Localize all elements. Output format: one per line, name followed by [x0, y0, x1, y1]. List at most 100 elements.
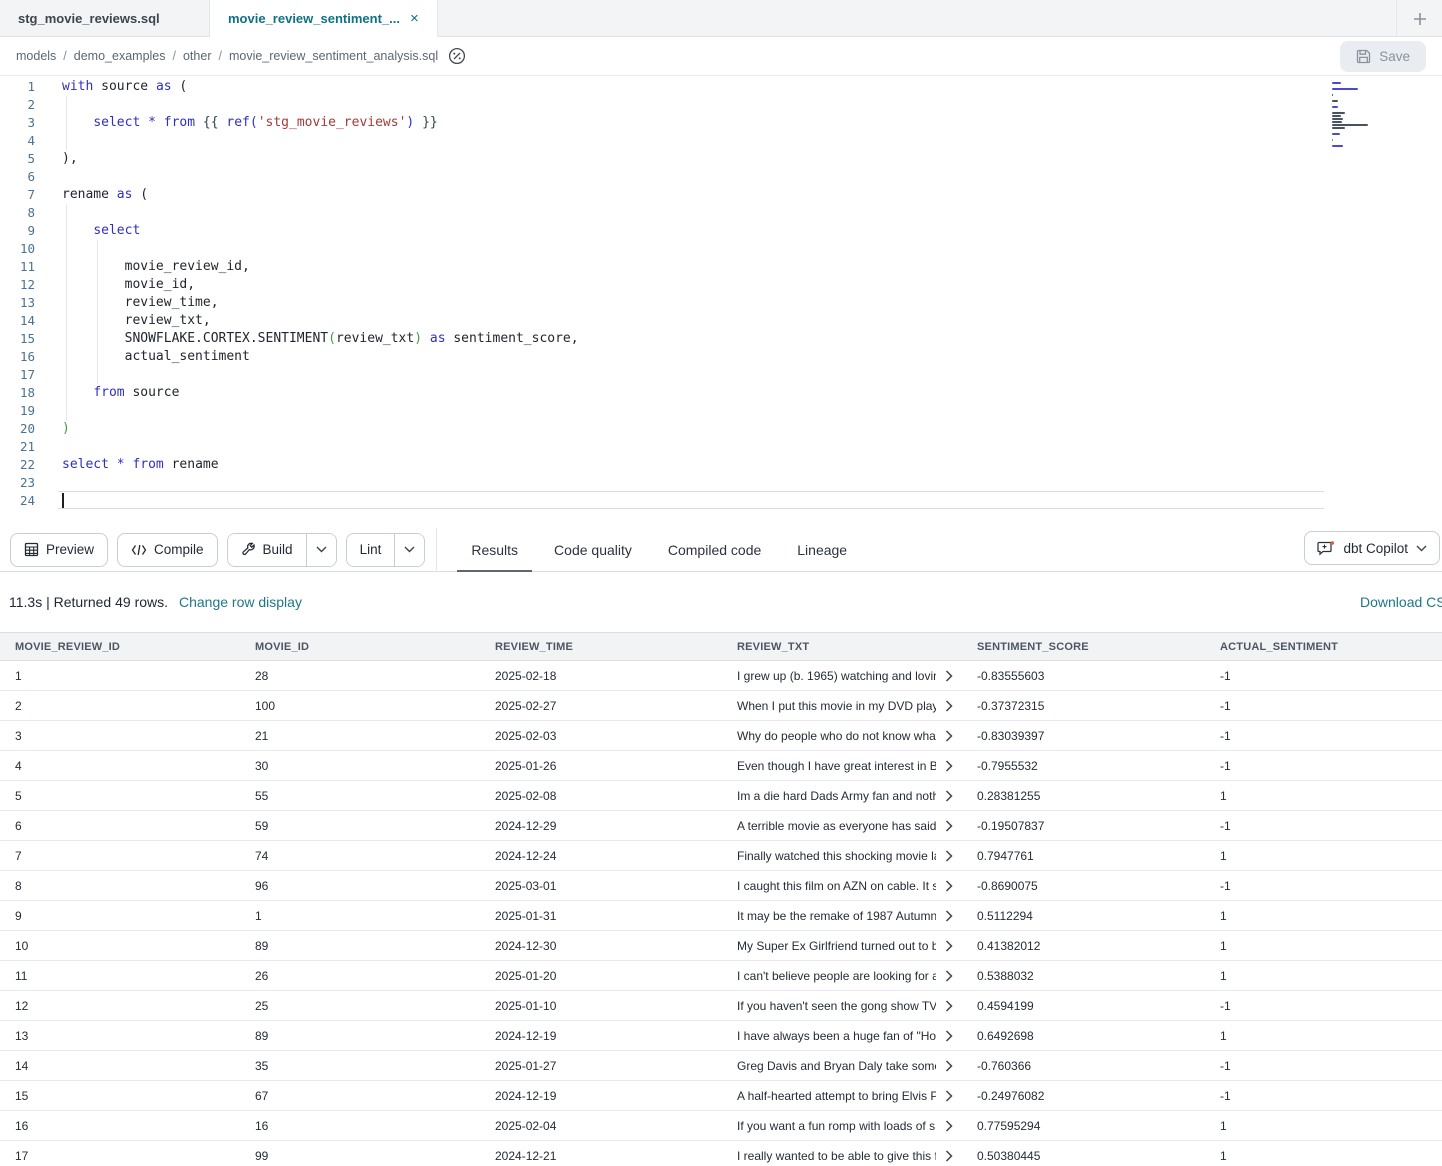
cell-review_time: 2025-02-04	[480, 1119, 722, 1133]
lint-options-caret[interactable]	[394, 534, 424, 566]
expand-review-button[interactable]	[945, 1060, 953, 1072]
line-number: 7	[0, 186, 45, 204]
table-row[interactable]: 13892024-12-19I have always been a huge …	[0, 1021, 1442, 1051]
table-row[interactable]: 17992024-12-21I really wanted to be able…	[0, 1141, 1442, 1166]
cell-review_txt: I can't believe people are looking for a…	[722, 969, 962, 983]
new-tab-button[interactable]	[1396, 0, 1442, 37]
table-row[interactable]: 12252025-01-10If you haven't seen the go…	[0, 991, 1442, 1021]
expand-review-button[interactable]	[945, 910, 953, 922]
review-text: If you haven't seen the gong show TV s…	[737, 999, 936, 1013]
expand-review-button[interactable]	[945, 1150, 953, 1162]
code-token: (	[172, 79, 188, 94]
build-options-caret[interactable]	[306, 534, 336, 566]
expand-review-button[interactable]	[945, 790, 953, 802]
code-editor[interactable]: 123456789101112131415161718192021222324 …	[0, 76, 1442, 528]
download-csv-link[interactable]: Download CSV	[1360, 594, 1442, 610]
table-row[interactable]: 4302025-01-26Even though I have great in…	[0, 751, 1442, 781]
minimap-line	[1332, 145, 1343, 147]
breadcrumb-part[interactable]: models	[16, 49, 56, 63]
table-row[interactable]: 21002025-02-27When I put this movie in m…	[0, 691, 1442, 721]
expand-review-button[interactable]	[945, 880, 953, 892]
lint-button[interactable]: Lint	[347, 534, 395, 566]
expand-review-button[interactable]	[945, 700, 953, 712]
cell-review_time: 2024-12-30	[480, 939, 722, 953]
cell-movie_id: 1	[240, 909, 480, 923]
table-row[interactable]: 11262025-01-20I can't believe people are…	[0, 961, 1442, 991]
breadcrumb-part[interactable]: demo_examples	[74, 49, 166, 63]
code-token: }}	[422, 115, 438, 130]
expand-review-button[interactable]	[945, 1000, 953, 1012]
expand-review-button[interactable]	[945, 1120, 953, 1132]
breadcrumb-part: movie_review_sentiment_analysis.sql	[229, 49, 438, 63]
preview-button[interactable]: Preview	[10, 533, 108, 567]
line-number: 11	[0, 258, 45, 276]
table-row[interactable]: 15672024-12-19A half-hearted attempt to …	[0, 1081, 1442, 1111]
code-token	[140, 115, 148, 130]
cell-review_txt: I have always been a huge fan of "Hom…	[722, 1029, 962, 1043]
cell-review_time: 2025-02-27	[480, 699, 722, 713]
table-row[interactable]: 16162025-02-04If you want a fun romp wit…	[0, 1111, 1442, 1141]
code-token	[414, 115, 422, 130]
file-tab-0[interactable]: stg_movie_reviews.sql	[0, 0, 210, 37]
code-token: movie_id,	[62, 277, 195, 292]
file-tab-1[interactable]: movie_review_sentiment_...×	[210, 0, 438, 37]
dbt-copilot-button[interactable]: dbt Copilot	[1304, 531, 1440, 565]
copilot-badge-icon[interactable]	[448, 47, 466, 65]
column-header-sentiment_score[interactable]: SENTIMENT_SCORE	[962, 641, 1205, 653]
expand-review-button[interactable]	[945, 850, 953, 862]
results-tab-results[interactable]: Results	[457, 528, 532, 572]
line-number: 1	[0, 78, 45, 96]
results-tab-code-quality[interactable]: Code quality	[540, 528, 646, 572]
code-token: rename	[164, 457, 219, 472]
table-row[interactable]: 7742024-12-24Finally watched this shocki…	[0, 841, 1442, 871]
expand-review-button[interactable]	[945, 730, 953, 742]
cell-review_time: 2025-01-10	[480, 999, 722, 1013]
line-number: 8	[0, 204, 45, 222]
save-button[interactable]: Save	[1340, 41, 1426, 72]
cell-review_time: 2025-01-20	[480, 969, 722, 983]
breadcrumb-part[interactable]: other	[183, 49, 212, 63]
table-row[interactable]: 5552025-02-08Im a die hard Dads Army fan…	[0, 781, 1442, 811]
column-header-review_time[interactable]: REVIEW_TIME	[480, 641, 722, 653]
build-button[interactable]: Build	[228, 534, 306, 566]
table-row[interactable]: 3212025-02-03Why do people who do not kn…	[0, 721, 1442, 751]
column-header-review_txt[interactable]: REVIEW_TXT	[722, 641, 962, 653]
expand-review-button[interactable]	[945, 1090, 953, 1102]
cell-sentiment_score: -0.7955532	[962, 759, 1205, 773]
expand-review-button[interactable]	[945, 760, 953, 772]
expand-review-button[interactable]	[945, 940, 953, 952]
results-status-row: 11.3s | Returned 49 rows. Change row dis…	[0, 572, 1442, 632]
expand-review-button[interactable]	[945, 670, 953, 682]
code-token: with	[62, 79, 93, 94]
results-tab-compiled-code[interactable]: Compiled code	[654, 528, 775, 572]
column-header-movie_review_id[interactable]: MOVIE_REVIEW_ID	[0, 641, 240, 653]
chevron-right-icon	[945, 1150, 953, 1162]
build-split-button: Build	[227, 533, 337, 567]
close-tab-icon[interactable]: ×	[410, 11, 419, 26]
expand-review-button[interactable]	[945, 1030, 953, 1042]
results-tab-lineage[interactable]: Lineage	[783, 528, 861, 572]
expand-review-button[interactable]	[945, 820, 953, 832]
change-row-display-link[interactable]: Change row display	[179, 594, 302, 610]
save-icon	[1356, 49, 1371, 64]
code-line: SNOWFLAKE.CORTEX.SENTIMENT(review_txt) a…	[62, 330, 1402, 348]
compile-button[interactable]: Compile	[117, 533, 218, 567]
column-header-movie_id[interactable]: MOVIE_ID	[240, 641, 480, 653]
table-row[interactable]: 1282025-02-18I grew up (b. 1965) watchin…	[0, 661, 1442, 691]
cell-movie_review_id: 5	[0, 789, 240, 803]
cell-sentiment_score: -0.83039397	[962, 729, 1205, 743]
table-row[interactable]: 8962025-03-01I caught this film on AZN o…	[0, 871, 1442, 901]
cell-review_time: 2025-02-08	[480, 789, 722, 803]
table-row[interactable]: 10892024-12-30My Super Ex Girlfriend tur…	[0, 931, 1442, 961]
minimap[interactable]	[1332, 82, 1404, 154]
chevron-right-icon	[945, 1000, 953, 1012]
expand-review-button[interactable]	[945, 970, 953, 982]
table-row[interactable]: 14352025-01-27Greg Davis and Bryan Daly …	[0, 1051, 1442, 1081]
code-token: as	[156, 79, 172, 94]
results-table-body: 1282025-02-18I grew up (b. 1965) watchin…	[0, 661, 1442, 1166]
code-icon	[131, 544, 147, 556]
table-row[interactable]: 6592024-12-29A terrible movie as everyon…	[0, 811, 1442, 841]
table-row[interactable]: 912025-01-31It may be the remake of 1987…	[0, 901, 1442, 931]
column-header-actual_sentiment[interactable]: ACTUAL_SENTIMENT	[1205, 641, 1442, 653]
cell-movie_id: 89	[240, 1029, 480, 1043]
